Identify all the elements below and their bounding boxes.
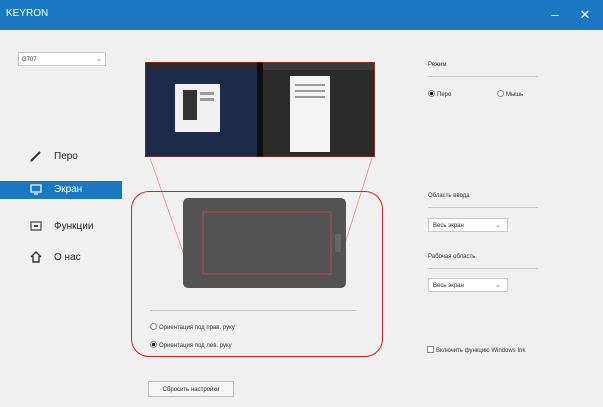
chevron-down-icon: ⌄ xyxy=(495,222,501,229)
orientation-right-radio[interactable] xyxy=(150,323,157,330)
windows-ink-label: Включить функцию Windows Ink xyxy=(436,348,526,354)
orientation-left-option[interactable]: Ориентация под лев. руку xyxy=(150,341,232,349)
work-area-label: Рабочая область xyxy=(428,254,476,260)
orientation-left-label: Ориентация под лев. руку xyxy=(159,343,232,349)
tablet-image xyxy=(183,198,346,288)
orientation-left-radio[interactable] xyxy=(150,341,157,348)
windows-ink-option[interactable]: Включить функцию Windows Ink xyxy=(427,346,525,354)
chevron-down-icon: ⌄ xyxy=(495,282,501,289)
divider xyxy=(428,207,538,208)
divider xyxy=(150,310,356,311)
mode-pen-radio[interactable] xyxy=(428,90,435,97)
work-area-select[interactable]: Весь экран ⌄ xyxy=(428,278,508,292)
mode-pen-option[interactable]: Перо xyxy=(428,90,451,98)
mode-mouse-label: Мышь xyxy=(506,92,524,98)
windows-ink-checkbox[interactable] xyxy=(427,346,434,353)
orientation-right-label: Ориентация под прав. руку xyxy=(159,325,235,331)
mode-label: Режим xyxy=(428,62,447,68)
mode-mouse-option[interactable]: Мышь xyxy=(497,90,523,98)
input-area-select[interactable]: Весь экран ⌄ xyxy=(428,218,508,232)
mode-pen-label: Перо xyxy=(437,92,452,98)
input-area-label: Область ввода xyxy=(428,193,470,199)
divider xyxy=(428,268,538,269)
input-area-value: Весь экран xyxy=(433,223,464,229)
mode-mouse-radio[interactable] xyxy=(497,90,504,97)
tablet-active-area[interactable] xyxy=(183,198,346,288)
work-area-value: Весь экран xyxy=(433,283,464,289)
reset-settings-button[interactable]: Сбросить настройки xyxy=(148,381,234,397)
orientation-right-option[interactable]: Ориентация под прав. руку xyxy=(150,323,235,331)
divider xyxy=(428,76,538,77)
